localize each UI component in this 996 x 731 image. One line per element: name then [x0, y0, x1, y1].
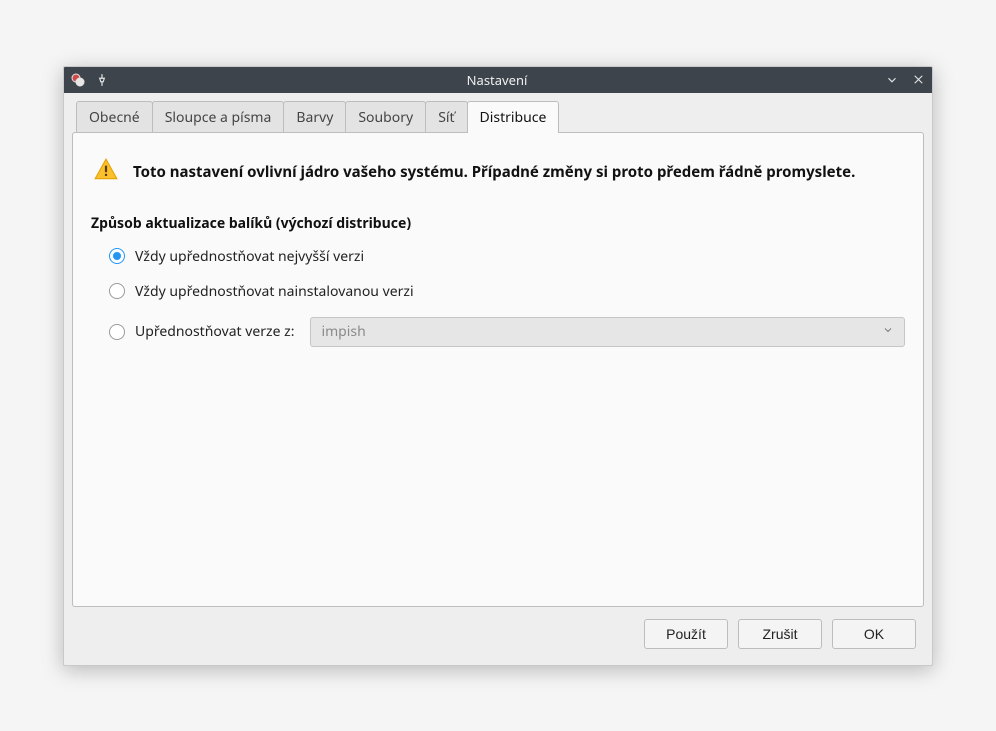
- warning-row: Toto nastavení ovlivní jádro vašeho syst…: [91, 151, 905, 196]
- tab-network[interactable]: Síť: [425, 101, 467, 133]
- radio-prefer-from[interactable]: Upřednostňovat verze z: impish: [109, 317, 905, 347]
- ok-button[interactable]: OK: [832, 619, 916, 649]
- tab-label: Obecné: [89, 108, 140, 127]
- pin-icon[interactable]: [94, 72, 110, 88]
- tab-label: Síť: [438, 108, 454, 127]
- tab-label: Distribuce: [480, 108, 547, 127]
- content-area: Obecné Sloupce a písma Barvy Soubory Síť…: [64, 93, 932, 665]
- tab-label: Sloupce a písma: [165, 108, 272, 127]
- radio-group-update-mode: Vždy upřednostňovat nejvyšší verzi Vždy …: [91, 247, 905, 347]
- apply-button[interactable]: Použít: [644, 619, 728, 649]
- tab-files[interactable]: Soubory: [345, 101, 426, 133]
- alert-triangle-icon: [93, 157, 119, 188]
- tab-label: Barvy: [296, 108, 333, 127]
- titlebar-right: [884, 72, 926, 88]
- group-label-update-mode: Způsob aktualizace balíků (výchozí distr…: [91, 214, 905, 233]
- window-title: Nastavení: [118, 71, 876, 89]
- titlebar[interactable]: Nastavení: [64, 67, 932, 93]
- warning-text: Toto nastavení ovlivní jádro vašeho syst…: [133, 162, 855, 182]
- radio-highest[interactable]: Vždy upřednostňovat nejvyšší verzi: [109, 247, 905, 266]
- distribution-select[interactable]: impish: [310, 317, 905, 347]
- tab-columns-fonts[interactable]: Sloupce a písma: [152, 101, 285, 133]
- settings-window: Nastavení Obecné Sloupce a písma Barvy S…: [63, 66, 933, 666]
- tab-distribution[interactable]: Distribuce: [467, 101, 560, 133]
- tab-label: Soubory: [358, 108, 413, 127]
- radio-label: Vždy upřednostňovat nejvyšší verzi: [135, 247, 364, 266]
- radio-input-installed[interactable]: [109, 283, 125, 299]
- tab-panel-distribution: Toto nastavení ovlivní jádro vašeho syst…: [72, 132, 924, 607]
- select-value: impish: [321, 322, 365, 341]
- radio-label: Upřednostňovat verze z:: [135, 322, 294, 341]
- titlebar-left: [70, 72, 110, 88]
- radio-label: Vždy upřednostňovat nainstalovanou verzi: [135, 282, 414, 301]
- cancel-button[interactable]: Zrušit: [738, 619, 822, 649]
- chevron-down-icon: [882, 322, 894, 341]
- app-icon: [70, 72, 86, 88]
- tab-general[interactable]: Obecné: [76, 101, 153, 133]
- tab-colors[interactable]: Barvy: [283, 101, 346, 133]
- footer-buttons: Použít Zrušit OK: [72, 607, 924, 653]
- radio-input-prefer-from[interactable]: [109, 324, 125, 340]
- minimize-button[interactable]: [884, 72, 900, 88]
- close-button[interactable]: [910, 72, 926, 88]
- radio-installed[interactable]: Vždy upřednostňovat nainstalovanou verzi: [109, 282, 905, 301]
- tab-strip: Obecné Sloupce a písma Barvy Soubory Síť…: [72, 101, 924, 133]
- radio-input-highest[interactable]: [109, 248, 125, 264]
